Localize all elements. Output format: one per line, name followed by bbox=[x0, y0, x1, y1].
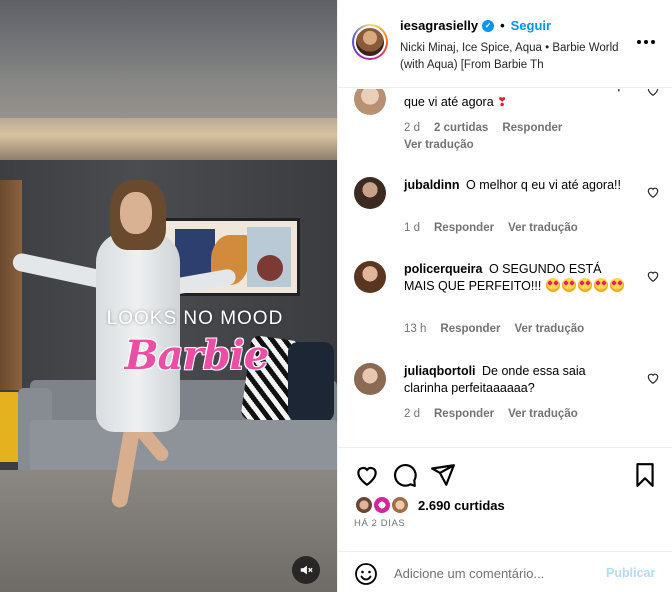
likes-summary[interactable]: 2.690 curtidas bbox=[354, 495, 505, 515]
post-sidebar: iesagrasielly ✓ • Seguir Nicki Minaj, Ic… bbox=[337, 0, 672, 592]
commenter-avatar[interactable] bbox=[354, 177, 386, 209]
liker-avatar bbox=[372, 495, 392, 515]
comment-text: O melhor q eu vi até agora!! bbox=[466, 178, 621, 192]
star-struck-emoji bbox=[545, 278, 560, 292]
heart-icon[interactable] bbox=[354, 462, 380, 488]
comment-age: 2 d bbox=[404, 122, 420, 134]
mute-button[interactable] bbox=[292, 556, 320, 584]
commenter-avatar[interactable] bbox=[354, 363, 386, 395]
video-overlay-caption: LOOKS NO MOOD bbox=[106, 308, 284, 329]
verified-badge-icon: ✓ bbox=[482, 19, 495, 32]
like-comment-icon[interactable] bbox=[646, 185, 660, 199]
like-comment-icon[interactable] bbox=[646, 371, 660, 385]
reply-button[interactable]: Responder bbox=[434, 408, 494, 420]
barbie-logo-text: Barbie bbox=[124, 332, 269, 379]
instagram-post-view: LOOKS NO MOOD Barbie iesagrasielly ✓ • S… bbox=[0, 0, 672, 592]
like-comment-icon[interactable] bbox=[646, 89, 660, 97]
author-avatar[interactable] bbox=[352, 24, 388, 60]
post-actions: 2.690 curtidas HÁ 2 DIAS bbox=[338, 447, 672, 547]
comment-input[interactable] bbox=[394, 560, 594, 586]
post-timestamp: HÁ 2 DIAS bbox=[354, 518, 406, 529]
star-struck-emoji bbox=[561, 278, 576, 292]
comment-age: 13 h bbox=[404, 323, 427, 335]
liker-avatar bbox=[390, 495, 410, 515]
speaker-muted-icon bbox=[300, 565, 313, 575]
follow-button[interactable]: Seguir bbox=[511, 18, 551, 33]
bookmark-icon[interactable] bbox=[632, 462, 658, 488]
star-struck-emoji bbox=[609, 278, 624, 292]
commenter-avatar[interactable] bbox=[354, 261, 386, 293]
comments-list[interactable]: resendecnika O vídeo Barbie mais top que… bbox=[338, 89, 672, 447]
publish-button[interactable]: Publicar bbox=[606, 566, 655, 580]
emoji-icon[interactable] bbox=[354, 562, 378, 586]
post-header: iesagrasielly ✓ • Seguir Nicki Minaj, Ic… bbox=[338, 0, 672, 88]
comment-age: 2 d bbox=[404, 408, 420, 420]
reply-button[interactable]: Responder bbox=[502, 122, 562, 134]
commenter-username[interactable]: resendecnika bbox=[404, 89, 484, 92]
star-struck-emoji bbox=[577, 278, 592, 292]
see-translation-link[interactable]: Ver tradução bbox=[508, 222, 578, 234]
comment-icon[interactable] bbox=[392, 462, 418, 488]
commenter-username[interactable]: jubaldinn bbox=[404, 178, 460, 192]
see-translation-link[interactable]: Ver tradução bbox=[514, 323, 584, 335]
add-comment-bar: Publicar bbox=[338, 551, 672, 592]
comment-likes-link[interactable]: 2 curtidas bbox=[434, 122, 488, 134]
see-translation-link[interactable]: Ver tradução bbox=[508, 408, 578, 420]
comment-text: O vídeo Barbie mais top que vi até agora bbox=[404, 89, 625, 109]
share-icon[interactable] bbox=[430, 462, 456, 488]
star-struck-emoji-group bbox=[545, 278, 625, 293]
audio-track-link[interactable]: Nicki Minaj, Ice Spice, Aqua • Barbie Wo… bbox=[400, 40, 630, 74]
post-video[interactable]: LOOKS NO MOOD Barbie bbox=[0, 0, 337, 592]
red-heart-emoji: ❣ bbox=[497, 95, 508, 109]
commenter-avatar[interactable] bbox=[354, 89, 386, 115]
carpet-floor bbox=[0, 470, 337, 592]
more-options-icon[interactable] bbox=[634, 32, 658, 52]
commenter-username[interactable]: policerqueira bbox=[404, 262, 483, 276]
star-struck-emoji bbox=[593, 278, 608, 292]
commenter-username[interactable]: juliaqbortoli bbox=[404, 364, 476, 378]
likes-count[interactable]: 2.690 curtidas bbox=[418, 498, 505, 513]
author-username[interactable]: iesagrasielly bbox=[400, 18, 478, 33]
like-comment-icon[interactable] bbox=[646, 269, 660, 283]
comment-age: 1 d bbox=[404, 222, 420, 234]
reply-button[interactable]: Responder bbox=[434, 222, 494, 234]
see-translation-link[interactable]: Ver tradução bbox=[404, 139, 474, 151]
liker-avatar bbox=[354, 495, 374, 515]
reply-button[interactable]: Responder bbox=[440, 323, 500, 335]
